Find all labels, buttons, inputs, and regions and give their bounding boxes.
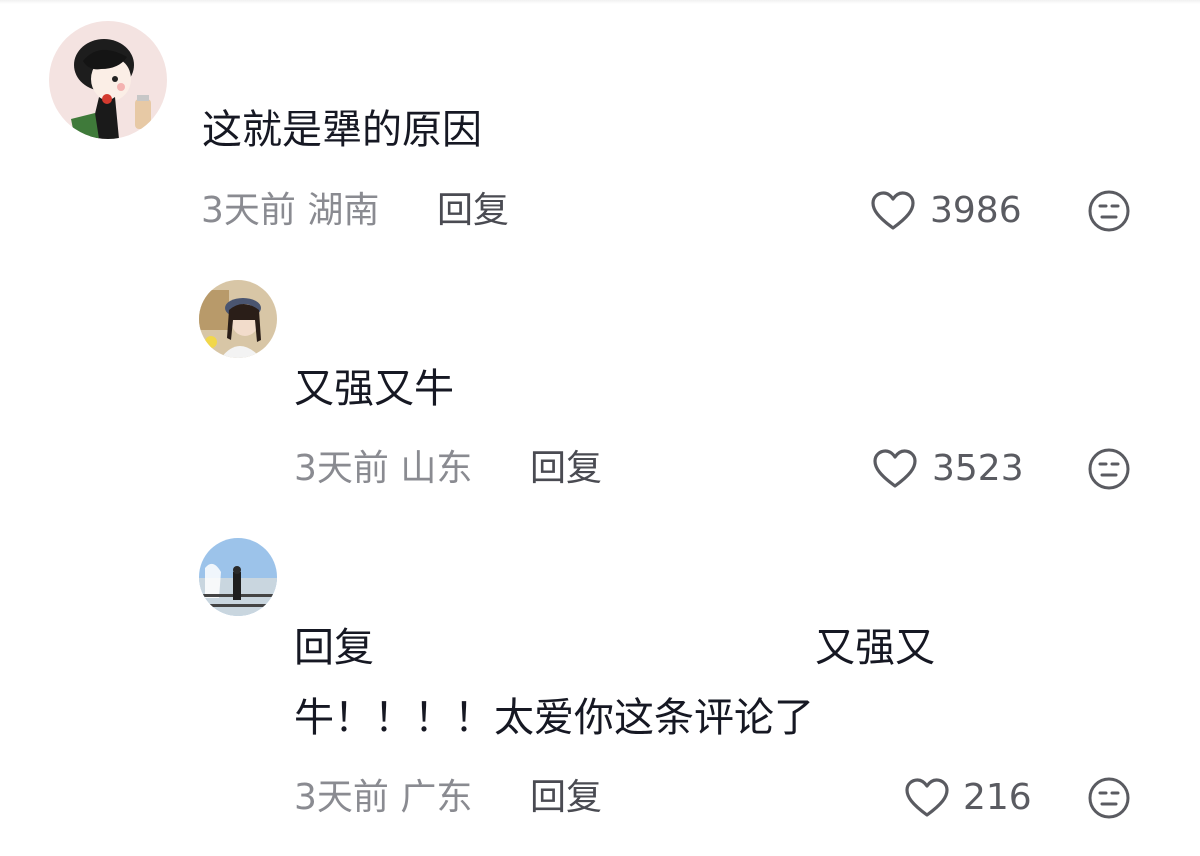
reply-button[interactable]: 回复 xyxy=(437,191,509,231)
avatar[interactable] xyxy=(199,280,277,358)
like-count: 216 xyxy=(963,777,1032,818)
reply-prefix: 回复 xyxy=(294,625,374,671)
quoted-text: 又强又 xyxy=(815,625,935,671)
neutral-face-icon[interactable] xyxy=(1087,447,1131,495)
reply-button[interactable]: 回复 xyxy=(530,449,602,489)
like-count: 3523 xyxy=(932,448,1024,489)
comment-text: 这就是犟的原因 xyxy=(202,107,482,153)
neutral-face-icon[interactable] xyxy=(1087,776,1131,824)
like-count: 3986 xyxy=(930,190,1022,231)
comment-thread: 这就是犟的原因 3天前 湖南 回复 3986 又强又牛 3天前 山东 回复 35… xyxy=(0,0,1200,856)
comment-text: 又强又牛 xyxy=(294,366,454,412)
reply-button[interactable]: 回复 xyxy=(530,778,602,818)
heart-outline-icon[interactable] xyxy=(872,448,918,494)
comment-text: 牛！！！！太爱你这条评论了 xyxy=(294,695,814,741)
avatar[interactable] xyxy=(199,538,277,616)
divider xyxy=(0,0,1200,4)
heart-outline-icon[interactable] xyxy=(870,190,916,236)
comment-time-location: 3天前 湖南 xyxy=(201,190,380,231)
neutral-face-icon[interactable] xyxy=(1087,189,1131,237)
comment-time-location: 3天前 山东 xyxy=(294,448,473,489)
avatar[interactable] xyxy=(49,21,167,139)
heart-outline-icon[interactable] xyxy=(904,777,950,823)
comment-time-location: 3天前 广东 xyxy=(294,777,473,818)
